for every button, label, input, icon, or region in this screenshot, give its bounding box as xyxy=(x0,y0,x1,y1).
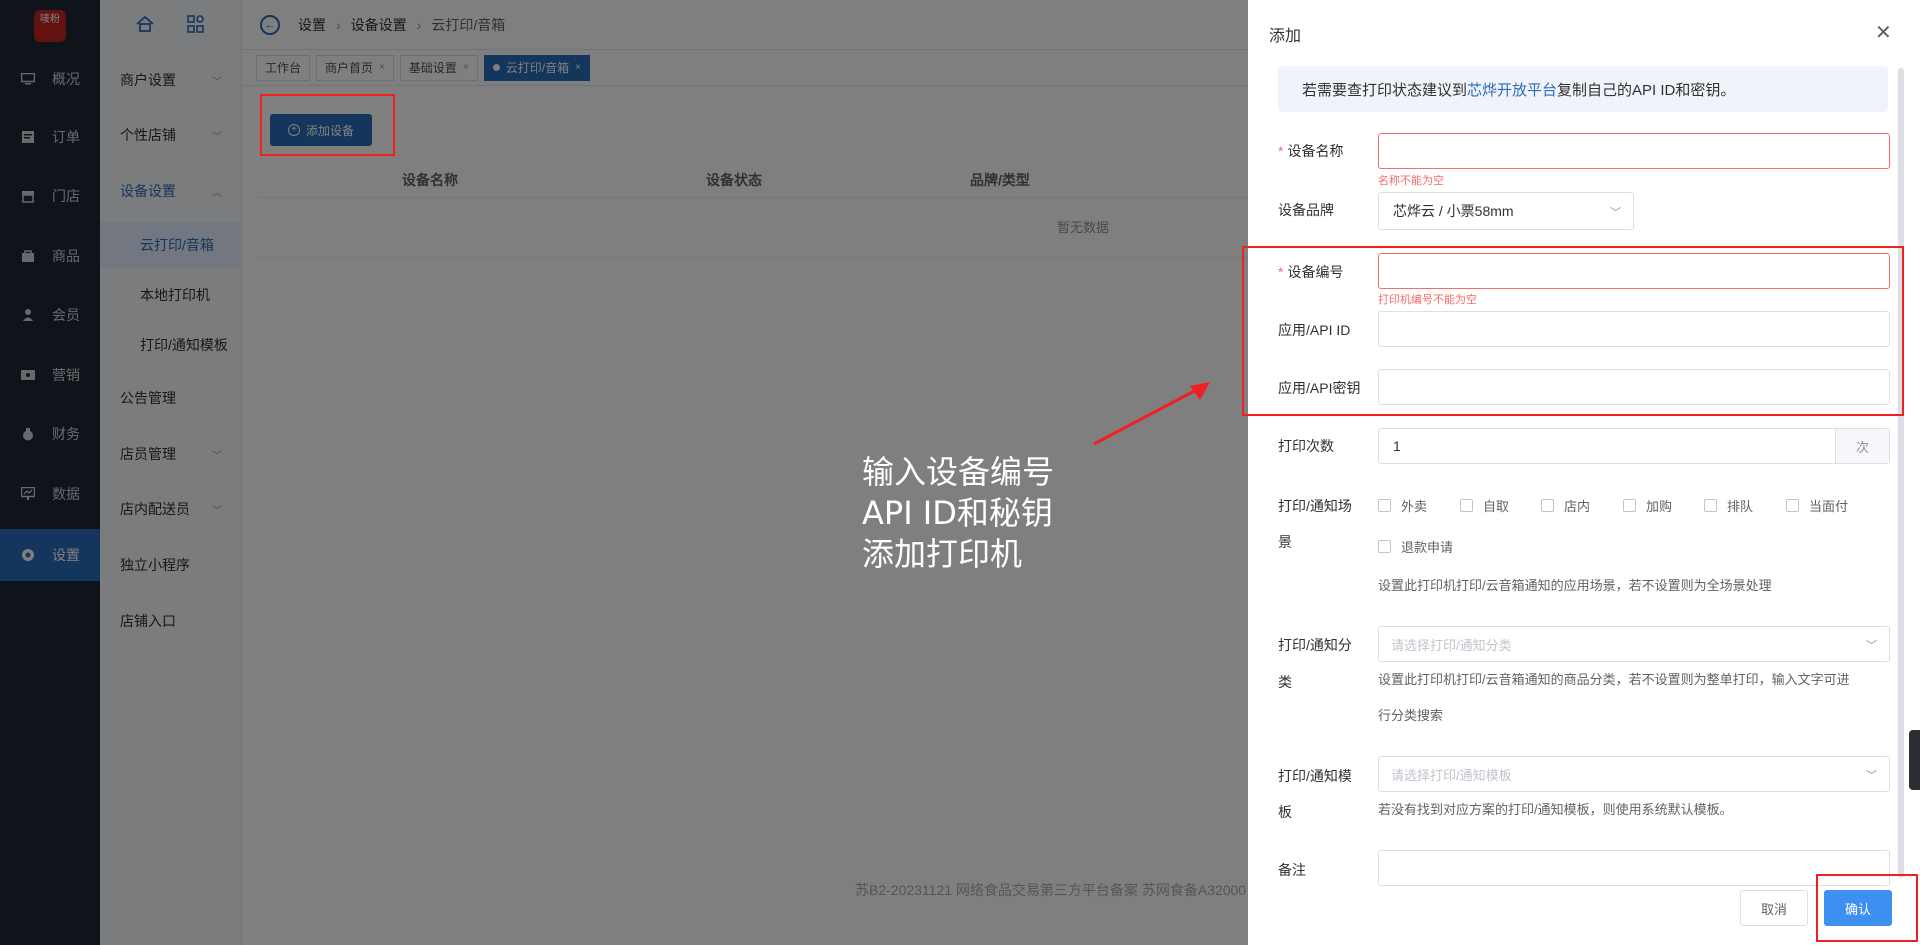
device-name-label: * 设备名称 xyxy=(1278,141,1343,161)
scene-checkbox-face-pay[interactable]: 当面付 xyxy=(1786,496,1848,515)
brand-value: 芯烨云 / 小票58mm xyxy=(1393,203,1514,219)
print-count-input[interactable]: 1 次 xyxy=(1378,428,1890,464)
add-device-drawer: 添加 ✕ 若需要查打印状态建议到 芯烨开放平台 复制自己的API ID和密钥。 * 设… xyxy=(1242,0,1920,945)
notice-text: 复制自己的API ID和密钥。 xyxy=(1557,81,1736,99)
template-placeholder: 请选择打印/通知模板 xyxy=(1391,767,1512,783)
api-notice: 若需要查打印状态建议到 芯烨开放平台 复制自己的API ID和密钥。 xyxy=(1278,66,1888,112)
required-mark: * xyxy=(1278,143,1284,159)
cancel-button[interactable]: 取消 xyxy=(1740,890,1808,926)
notice-text: 若需要查打印状态建议到 xyxy=(1302,81,1468,99)
chevron-down-icon: ﹀ xyxy=(1610,207,1621,219)
device-no-label: * 设备编号 xyxy=(1278,262,1343,282)
api-key-input[interactable] xyxy=(1378,369,1890,405)
template-select[interactable]: 请选择打印/通知模板 ﹀ xyxy=(1378,756,1890,792)
checkbox-icon xyxy=(1541,499,1554,512)
annotation-line: API ID和秘钥 xyxy=(862,494,1053,532)
device-no-input[interactable] xyxy=(1378,253,1890,289)
drawer-scrollbar[interactable] xyxy=(1898,68,1904,878)
device-name-input[interactable] xyxy=(1378,133,1890,169)
label-text: 设备名称 xyxy=(1287,143,1344,159)
checkbox-label: 自取 xyxy=(1483,499,1510,514)
checkbox-icon xyxy=(1460,499,1473,512)
category-label-cont: 类 xyxy=(1278,674,1292,690)
annotation-box-confirm xyxy=(1816,874,1918,942)
scene-hint: 设置此打印机打印/云音箱通知的应用场景，若不设置则为全场景处理 xyxy=(1378,578,1772,593)
checkbox-icon xyxy=(1704,499,1717,512)
scene-checkbox-dine-in[interactable]: 店内 xyxy=(1541,496,1590,515)
checkbox-label: 加购 xyxy=(1646,499,1673,514)
print-count-value[interactable]: 1 xyxy=(1379,429,1835,463)
annotation-arrow-icon xyxy=(1093,382,1210,446)
category-select[interactable]: 请选择打印/通知分类 ﹀ xyxy=(1378,626,1890,662)
scene-checkbox-add-on[interactable]: 加购 xyxy=(1623,496,1672,515)
checkbox-icon xyxy=(1378,499,1391,512)
drawer-title: 添加 xyxy=(1269,28,1302,45)
annotation-box-add-button xyxy=(260,94,395,156)
api-id-input[interactable] xyxy=(1378,311,1890,347)
close-icon[interactable]: ✕ xyxy=(1875,20,1892,45)
scene-checkbox-queue[interactable]: 排队 xyxy=(1704,496,1753,515)
required-mark: * xyxy=(1278,264,1284,280)
annotation-line: 添加打印机 xyxy=(862,535,1023,573)
template-label: 打印/通知模 xyxy=(1278,768,1352,784)
remark-input[interactable] xyxy=(1378,850,1890,886)
device-no-error: 打印机编号不能为空 xyxy=(1378,294,1477,306)
device-brand-label: 设备品牌 xyxy=(1278,202,1334,218)
checkbox-label: 店内 xyxy=(1564,499,1591,514)
category-hint-cont: 行分类搜索 xyxy=(1378,708,1444,723)
checkbox-label: 当面付 xyxy=(1809,499,1849,514)
scene-checkbox-takeout[interactable]: 外卖 xyxy=(1378,496,1427,515)
template-label-cont: 板 xyxy=(1278,804,1292,820)
category-placeholder: 请选择打印/通知分类 xyxy=(1391,637,1512,653)
checkbox-icon xyxy=(1786,499,1799,512)
device-brand-select[interactable]: 芯烨云 / 小票58mm ﹀ xyxy=(1378,192,1634,230)
print-count-unit: 次 xyxy=(1835,429,1889,463)
checkbox-label: 外卖 xyxy=(1401,499,1428,514)
chevron-down-icon: ﹀ xyxy=(1866,770,1877,782)
device-name-error: 名称不能为空 xyxy=(1378,175,1444,187)
checkbox-icon xyxy=(1378,540,1391,553)
scene-label-cont: 景 xyxy=(1278,534,1292,550)
scene-checkbox-refund[interactable]: 退款申请 xyxy=(1378,537,1453,556)
category-label: 打印/通知分 xyxy=(1278,637,1352,653)
api-id-label: 应用/API ID xyxy=(1278,322,1351,338)
template-hint: 若没有找到对应方案的打印/通知模板，则使用系统默认模板。 xyxy=(1378,802,1733,817)
scene-label: 打印/通知场 xyxy=(1278,498,1352,514)
scene-checkbox-pickup[interactable]: 自取 xyxy=(1460,496,1509,515)
remark-label: 备注 xyxy=(1278,862,1306,878)
open-platform-link[interactable]: 芯烨开放平台 xyxy=(1467,79,1557,100)
api-key-label: 应用/API密钥 xyxy=(1278,380,1361,396)
checkbox-label: 排队 xyxy=(1727,499,1754,514)
print-count-label: 打印次数 xyxy=(1278,438,1334,454)
chevron-down-icon: ﹀ xyxy=(1866,640,1877,652)
annotation-line: 输入设备编号 xyxy=(862,453,1055,491)
category-hint: 设置此打印机打印/云音箱通知的商品分类，若不设置则为整单打印，输入文字可进 xyxy=(1378,672,1850,687)
floating-side-tab[interactable] xyxy=(1909,730,1920,790)
annotation-text: 输入设备编号 API ID和秘钥 添加打印机 xyxy=(862,452,1054,575)
checkbox-icon xyxy=(1623,499,1636,512)
label-text: 设备编号 xyxy=(1287,264,1344,280)
checkbox-label: 退款申请 xyxy=(1401,540,1454,555)
